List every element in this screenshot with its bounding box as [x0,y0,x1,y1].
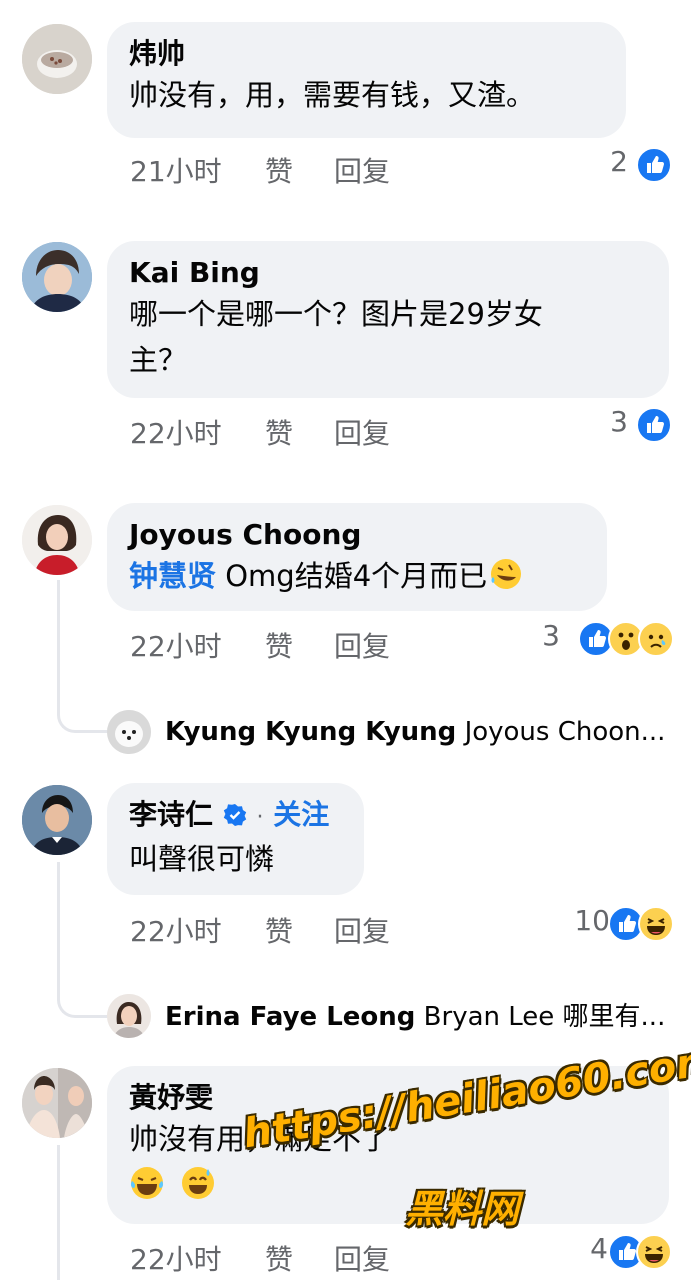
reactions[interactable]: 3 [600,405,672,443]
reply-connector [57,975,108,1018]
comment-actions: 22小时 赞 回复 [130,625,430,665]
reaction-count: 10 [574,904,610,937]
dot-separator: · [256,805,264,830]
comment-bubble: Joyous Choong 钟慧贤 Omg结婚4个月而已 [107,503,607,611]
reaction-count: 3 [610,405,628,438]
comment-text-body: Omg结婚4个月而已 [216,559,488,593]
comment-text: 哪一个是哪一个？图片是29岁女 [129,297,543,331]
like-button[interactable]: 赞 [265,625,293,665]
verified-badge-icon [223,800,247,826]
like-reaction-icon [636,147,672,183]
reply-snippet: Joyous Choon... [464,717,666,747]
comment-time[interactable]: 22小时 [130,1238,222,1278]
reply-snippet: Bryan Lee 哪里有... [423,1002,666,1032]
comment-time[interactable]: 22小时 [130,625,222,665]
comment-bubble: 炜帅 帅没有，用，需要有钱，又渣。 [107,22,626,138]
reply-author[interactable]: Kyung Kyung Kyung [165,717,456,747]
avatar[interactable] [22,24,92,94]
watermark-cn: 黑料网 [405,1187,520,1231]
reactions[interactable]: 4 [580,1232,672,1270]
comment-actions: 22小时 赞 回复 [130,910,430,950]
avatar[interactable] [22,505,92,575]
comment-text: 叫聲很可憐 [129,842,275,876]
reply-button[interactable]: 回复 [334,150,390,190]
like-button[interactable]: 赞 [265,1238,293,1278]
comment-author[interactable]: Joyous Choong [129,517,585,553]
rofl-emoji-icon [489,557,523,591]
mention-link[interactable]: 钟慧贤 [129,559,216,593]
comment-actions: 21小时 赞 回复 [130,150,430,190]
reaction-count: 3 [542,619,560,652]
comment-actions: 22小时 赞 回复 [130,1238,430,1278]
avatar[interactable] [22,785,92,855]
reply-connector [57,690,108,733]
comment-text: 帅没有，用，需要有钱，又渣。 [129,78,536,112]
like-button[interactable]: 赞 [265,412,293,452]
reply-preview[interactable]: Erina Faye Leong Bryan Lee 哪里有... [165,999,670,1035]
avatar[interactable] [107,710,151,754]
reaction-count: 2 [610,145,628,178]
reaction-count: 4 [590,1232,608,1265]
avatar[interactable] [107,994,151,1038]
reply-preview[interactable]: Kyung Kyung Kyung Joyous Choon... [165,714,670,750]
avatar[interactable] [22,1068,92,1138]
comment-actions: 22小时 赞 回复 [130,412,430,452]
avatar[interactable] [22,242,92,312]
comment-author[interactable]: 李诗仁 [129,798,213,831]
like-button[interactable]: 赞 [265,910,293,950]
haha-reaction-icon [636,1234,672,1270]
laughing-tears-emoji-icon [129,1165,165,1201]
comment-emoji-row [129,1162,647,1208]
comment-time[interactable]: 22小时 [130,412,222,452]
thread-line [57,1145,60,1280]
reply-author[interactable]: Erina Faye Leong [165,1002,415,1032]
reactions[interactable]: 10 [560,904,674,942]
comment-bubble: Kai Bing 哪一个是哪一个？图片是29岁女 主？ [107,241,669,398]
comment-time[interactable]: 22小时 [130,910,222,950]
grinning-sweat-emoji-icon [180,1165,216,1201]
comment-text: 主？ [129,343,188,377]
like-button[interactable]: 赞 [265,150,293,190]
haha-reaction-icon [638,906,674,942]
comment-time[interactable]: 21小时 [130,150,222,190]
reply-button[interactable]: 回复 [334,412,390,452]
reply-button[interactable]: 回复 [334,625,390,665]
reactions[interactable]: 2 [600,145,672,183]
comment-bubble: 李诗仁 · 关注 叫聲很可憐 [107,783,364,895]
comment-text: 钟慧贤 Omg结婚4个月而已 [129,553,585,599]
comment-author[interactable]: Kai Bing [129,255,647,291]
reactions[interactable]: 3 [540,619,674,657]
like-reaction-icon [636,407,672,443]
reply-button[interactable]: 回复 [334,1238,390,1278]
comment-author[interactable]: 炜帅 [129,36,604,72]
reply-button[interactable]: 回复 [334,910,390,950]
follow-button[interactable]: 关注 [273,798,329,831]
thread-line [57,862,60,992]
sad-reaction-icon [638,621,674,657]
comment-author-row: 李诗仁 · 关注 [129,797,342,836]
